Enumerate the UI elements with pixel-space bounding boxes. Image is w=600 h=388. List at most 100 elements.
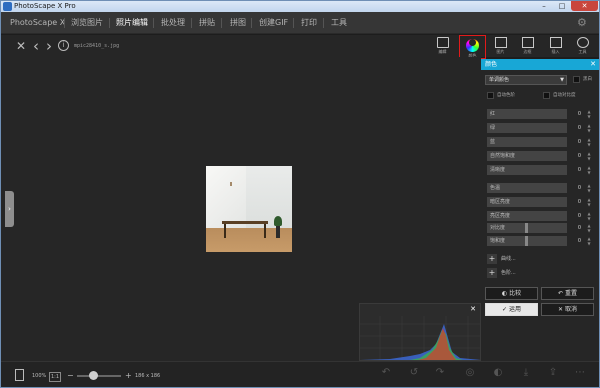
panel-title: 颜色 <box>485 61 498 68</box>
gear-icon[interactable]: ⚙ <box>577 17 589 29</box>
tool-tools-label: 工具 <box>578 49 587 54</box>
spinner-icon[interactable]: ▲ ▼ <box>585 223 593 233</box>
tool-edit[interactable]: 编辑 <box>429 35 456 59</box>
tool-image[interactable]: 图片 <box>487 35 514 59</box>
compare-icon: ◐ <box>501 290 510 297</box>
slider-highlights[interactable]: 亮区亮度 0 ▲ ▼ <box>487 211 595 221</box>
mono-checkbox[interactable] <box>573 76 580 83</box>
slider-saturation[interactable]: 饱和度 0 ▲ ▼ <box>487 236 595 246</box>
apply-button[interactable]: ✓ 运用 <box>485 303 538 316</box>
menu-print[interactable]: 打印 <box>301 12 317 34</box>
compare-button[interactable]: ◐ 比较 <box>485 287 538 300</box>
add-levels-row[interactable]: + 色阶... <box>487 268 587 278</box>
chevron-left-icon[interactable]: ‹ <box>30 39 42 54</box>
menu-batch[interactable]: 批处理 <box>161 12 185 34</box>
zoom-slider[interactable] <box>77 375 121 377</box>
spinner-icon[interactable]: ▲ ▼ <box>585 137 593 147</box>
slider-clarity[interactable]: 清晰度 0 ▲ ▼ <box>487 165 595 175</box>
menu-tools[interactable]: 工具 <box>331 12 347 34</box>
slider-temperature[interactable]: 色温 0 ▲ ▼ <box>487 183 595 193</box>
tool-color[interactable]: 颜色 <box>459 35 486 59</box>
image-icon <box>494 37 507 48</box>
color-mode-select[interactable]: 单调颜色 ▼ <box>485 75 567 85</box>
tool-frame[interactable]: 边框 <box>514 35 541 59</box>
menu-divider <box>293 18 294 28</box>
slider-value[interactable]: 0 <box>571 165 581 175</box>
slider-red[interactable]: 红 0 ▲ ▼ <box>487 109 595 119</box>
undo-all-icon[interactable]: ↺ <box>407 366 421 380</box>
spinner-icon[interactable]: ▲ ▼ <box>585 183 593 193</box>
sidebar-toggle-icon[interactable] <box>15 369 24 381</box>
slider-blue[interactable]: 蓝 0 ▲ ▼ <box>487 137 595 147</box>
slider-value[interactable]: 0 <box>571 123 581 133</box>
maximize-button[interactable]: □ <box>553 1 571 11</box>
slider-label: 饱和度 <box>490 238 506 244</box>
slider-value[interactable]: 0 <box>571 236 581 246</box>
slider-value[interactable]: 0 <box>571 223 581 233</box>
spinner-icon[interactable]: ▲ ▼ <box>585 236 593 246</box>
slider-contrast[interactable]: 对比度 0 ▲ ▼ <box>487 223 595 233</box>
slider-handle[interactable] <box>525 223 528 233</box>
slider-label: 蓝 <box>490 139 496 145</box>
close-window-button[interactable]: ✕ <box>571 1 598 11</box>
menu-collage[interactable]: 拼贴 <box>199 12 215 34</box>
menu-viewer[interactable]: 浏览图片 <box>71 12 103 34</box>
chevron-right-icon[interactable]: › <box>43 39 55 54</box>
compare-icon[interactable]: ◐ <box>491 366 505 380</box>
slider-vibrance[interactable]: 自然饱和度 0 ▲ ▼ <box>487 151 595 161</box>
close-icon[interactable]: ✕ <box>590 59 596 70</box>
slider-value[interactable]: 0 <box>571 109 581 119</box>
menu-create-gif[interactable]: 创建GIF <box>259 12 288 34</box>
slider-value[interactable]: 0 <box>571 197 581 207</box>
file-name: mpic28410_s.jpg <box>74 43 120 49</box>
frame-icon <box>521 37 534 48</box>
menu-photo-edit[interactable]: 照片编辑 <box>116 12 148 34</box>
fit-one-to-one-button[interactable]: 1:1 <box>49 372 62 382</box>
auto-color-checkbox[interactable] <box>487 92 494 99</box>
slider-value[interactable]: 0 <box>571 151 581 161</box>
slider-green[interactable]: 绿 0 ▲ ▼ <box>487 123 595 133</box>
info-icon[interactable]: i <box>58 40 69 51</box>
close-icon[interactable]: ✕ <box>15 39 27 53</box>
redo-icon[interactable]: ↷ <box>433 366 447 380</box>
slider-value[interactable]: 0 <box>571 183 581 193</box>
more-icon[interactable]: ⋯ <box>573 366 587 380</box>
spinner-icon[interactable]: ▲ ▼ <box>585 165 593 175</box>
insert-icon <box>549 37 562 48</box>
spinner-icon[interactable]: ▲ ▼ <box>585 211 593 221</box>
image-dimensions: 186 x 186 <box>135 373 161 379</box>
slider-value[interactable]: 0 <box>571 211 581 221</box>
spinner-icon[interactable]: ▲ ▼ <box>585 197 593 207</box>
save-icon[interactable]: ⤓ <box>519 366 533 380</box>
expand-sidebar-button[interactable]: › <box>5 191 14 227</box>
auto-contrast-checkbox[interactable] <box>543 92 550 99</box>
original-icon[interactable]: ◎ <box>463 366 477 380</box>
zoom-slider-handle[interactable] <box>89 371 98 380</box>
plus-icon[interactable]: + <box>487 268 497 278</box>
zoom-out-button[interactable]: − <box>67 371 74 381</box>
tool-tools[interactable]: 工具 <box>569 35 596 59</box>
title-bar: PhotoScape X Pro – □ ✕ <box>1 1 599 12</box>
slider-handle[interactable] <box>525 236 528 246</box>
spinner-icon[interactable]: ▲ ▼ <box>585 123 593 133</box>
undo-icon[interactable]: ↶ <box>379 366 393 380</box>
edit-icon <box>436 37 449 48</box>
auto-color-label: 自动色阶 <box>497 93 515 98</box>
slider-shadows[interactable]: 暗区亮度 0 ▲ ▼ <box>487 197 595 207</box>
cancel-button[interactable]: ✕ 取消 <box>541 303 594 316</box>
menu-photoscape-x[interactable]: PhotoScape X <box>10 12 65 34</box>
zoom-percent[interactable]: 100% <box>32 371 46 381</box>
reset-button[interactable]: ↶ 重置 <box>541 287 594 300</box>
spinner-icon[interactable]: ▲ ▼ <box>585 109 593 119</box>
slider-value[interactable]: 0 <box>571 137 581 147</box>
plus-icon[interactable]: + <box>487 254 497 264</box>
share-icon[interactable]: ⇪ <box>546 366 560 380</box>
minimize-button[interactable]: – <box>535 1 553 11</box>
menu-combine[interactable]: 拼图 <box>230 12 246 34</box>
zoom-in-button[interactable]: + <box>125 371 132 381</box>
tool-insert[interactable]: 插入 <box>542 35 569 59</box>
add-curves-row[interactable]: + 曲线... <box>487 254 587 264</box>
menu-divider <box>153 18 154 28</box>
tool-insert-label: 插入 <box>551 49 560 54</box>
spinner-icon[interactable]: ▲ ▼ <box>585 151 593 161</box>
